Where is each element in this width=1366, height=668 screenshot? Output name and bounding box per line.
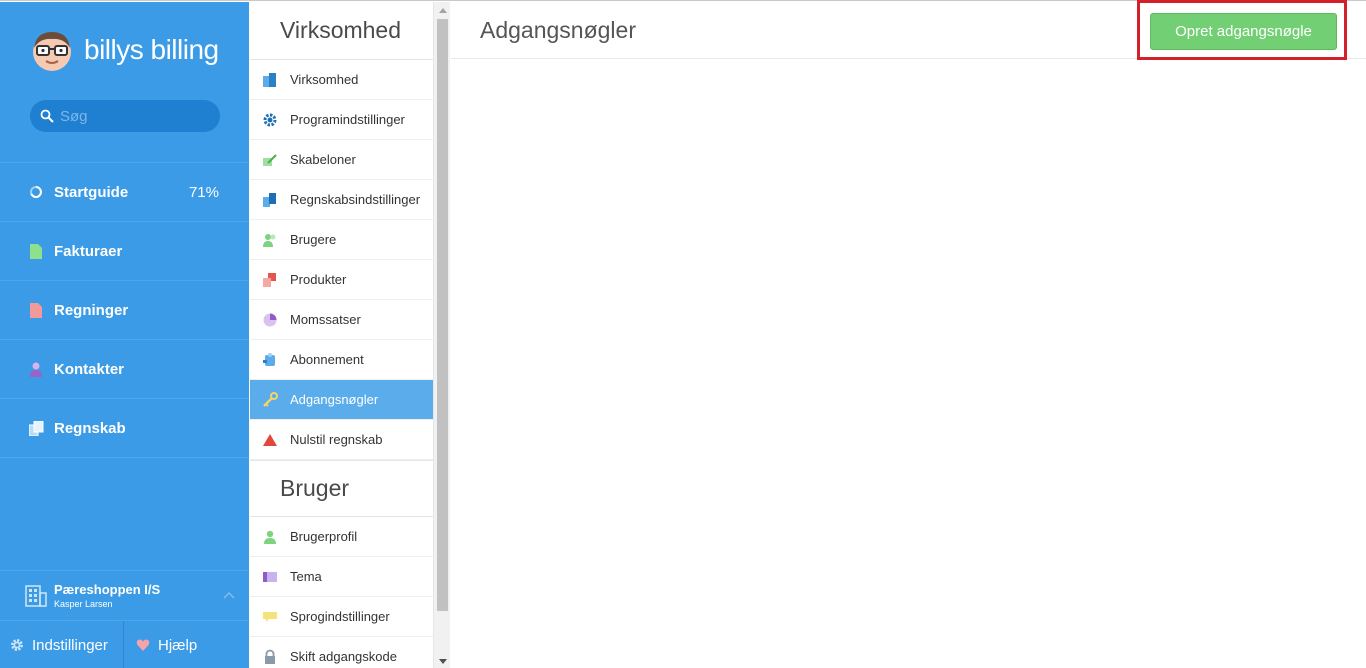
sidebar-nav: Startguide 71% Fakturaer Regninger Konta…: [0, 162, 249, 458]
main-sidebar: billys billing Startguide 71% Faktur: [0, 2, 249, 668]
sidebar-footer: Indstillinger Hjælp: [0, 620, 249, 668]
settings-item-skabeloner[interactable]: Skabeloner: [250, 140, 433, 180]
scroll-down-icon[interactable]: [439, 659, 447, 664]
main-content: Adgangsnøgler Opret adgangsnøgle: [451, 0, 1366, 668]
sidebar-item-label: Regninger: [54, 301, 129, 319]
settings-item-produkter[interactable]: Produkter: [250, 260, 433, 300]
settings-item-skift-adgangskode[interactable]: Skift adgangskode: [250, 637, 433, 668]
gear-icon: [263, 113, 277, 126]
highlight-box: Opret adgangsnøgle: [1137, 0, 1347, 60]
settings-item-label: Tema: [290, 569, 322, 584]
section-title-user: Bruger: [250, 460, 433, 517]
user-profile-icon: [264, 530, 276, 544]
pie-chart-icon: [263, 313, 277, 326]
sidebar-item-label: Startguide: [54, 183, 129, 201]
sidebar-item-regnskab[interactable]: Regnskab: [0, 399, 249, 458]
settings-item-momssatser[interactable]: Momssatser: [250, 300, 433, 340]
settings-item-label: Regnskabsindstillinger: [290, 192, 421, 207]
brand-logo[interactable]: billys billing: [30, 26, 219, 74]
startguide-progress: 71%: [188, 183, 219, 201]
settings-item-label: Brugerprofil: [290, 529, 358, 544]
users-icon: [263, 233, 276, 247]
page-title: Adgangsnøgler: [480, 16, 636, 43]
settings-button[interactable]: Indstillinger: [0, 621, 124, 668]
settings-item-label: Skabeloner: [290, 152, 356, 167]
settings-scrollbar[interactable]: [433, 2, 450, 668]
settings-item-brugere[interactable]: Brugere: [250, 220, 433, 260]
search-input[interactable]: [60, 107, 210, 125]
app-window: billys billing Startguide 71% Faktur: [0, 0, 1366, 668]
template-icon: [263, 153, 277, 166]
sidebar-item-kontakter[interactable]: Kontakter: [0, 340, 249, 399]
company-icon: [263, 72, 276, 87]
settings-item-label: Adgangsnøgler: [290, 392, 379, 407]
heart-icon: [136, 639, 150, 651]
organization-name: Pæreshoppen I/S: [54, 582, 161, 597]
bill-icon: [28, 302, 44, 318]
sidebar-item-regninger[interactable]: Regninger: [0, 281, 249, 340]
chevron-up-icon: [223, 591, 235, 599]
accounting-icon: [28, 420, 44, 436]
invoice-icon: [28, 243, 44, 259]
organization-switcher[interactable]: Pæreshoppen I/S Kasper Larsen: [0, 570, 249, 620]
settings-item-label: Virksomhed: [290, 72, 359, 87]
sidebar-item-label: Fakturaer: [54, 242, 123, 260]
scroll-up-icon[interactable]: [439, 8, 447, 13]
scrollbar-thumb[interactable]: [437, 19, 448, 611]
organization-info: Pæreshoppen I/S Kasper Larsen: [54, 582, 160, 609]
settings-item-programindstillinger[interactable]: Programindstillinger: [250, 100, 433, 140]
settings-label: Indstillinger: [32, 636, 108, 654]
settings-item-label: Nulstil regnskab: [290, 432, 383, 447]
product-icon: [263, 272, 276, 287]
accounting-settings-icon: [263, 192, 276, 207]
theme-icon: [263, 571, 277, 582]
create-access-key-button[interactable]: Opret adgangsnøgle: [1150, 13, 1337, 50]
gear-icon: [11, 639, 23, 651]
settings-item-regnskabsindstillinger[interactable]: Regnskabsindstillinger: [250, 180, 433, 220]
settings-item-label: Brugere: [290, 232, 337, 247]
sidebar-item-label: Regnskab: [54, 419, 126, 437]
key-icon: [263, 391, 278, 407]
help-label: Hjælp: [158, 636, 198, 654]
contact-icon: [28, 361, 44, 377]
settings-item-label: Momssatser: [290, 312, 361, 327]
settings-item-tema[interactable]: Tema: [250, 557, 433, 597]
organization-user: Kasper Larsen: [54, 599, 113, 609]
settings-item-label: Produkter: [290, 272, 347, 287]
settings-item-label: Skift adgangskode: [290, 649, 397, 664]
sidebar-item-label: Kontakter: [54, 360, 125, 378]
brand-name: billys billing: [84, 34, 219, 65]
settings-item-virksomhed[interactable]: Virksomhed: [250, 60, 433, 100]
mascot-face-icon: [33, 32, 71, 71]
lock-icon: [265, 649, 275, 664]
settings-item-label: Programindstillinger: [290, 112, 405, 127]
settings-item-brugerprofil[interactable]: Brugerprofil: [250, 517, 433, 557]
warning-triangle-icon: [263, 433, 277, 446]
settings-item-abonnement[interactable]: Abonnement: [250, 340, 433, 380]
settings-item-label: Abonnement: [290, 352, 364, 367]
sidebar-item-fakturaer[interactable]: Fakturaer: [0, 222, 249, 281]
settings-item-adgangsnoegler[interactable]: Adgangsnøgler: [250, 380, 433, 420]
building-icon: [25, 584, 47, 607]
settings-item-nulstil-regnskab[interactable]: Nulstil regnskab: [250, 420, 433, 460]
settings-item-sprogindstillinger[interactable]: Sprogindstillinger: [250, 597, 433, 637]
speech-bubble-icon: [263, 611, 277, 622]
settings-item-label: Sprogindstillinger: [290, 609, 390, 624]
search-icon: [40, 109, 54, 123]
section-title-company: Virksomhed: [250, 2, 433, 60]
sidebar-item-startguide[interactable]: Startguide 71%: [0, 163, 249, 222]
progress-ring-icon: [28, 184, 44, 200]
help-button[interactable]: Hjælp: [124, 621, 197, 668]
settings-menu: Virksomhed Virksomhed Programindstilling…: [250, 2, 433, 668]
subscription-icon: [263, 352, 275, 366]
search-box[interactable]: [30, 100, 220, 132]
